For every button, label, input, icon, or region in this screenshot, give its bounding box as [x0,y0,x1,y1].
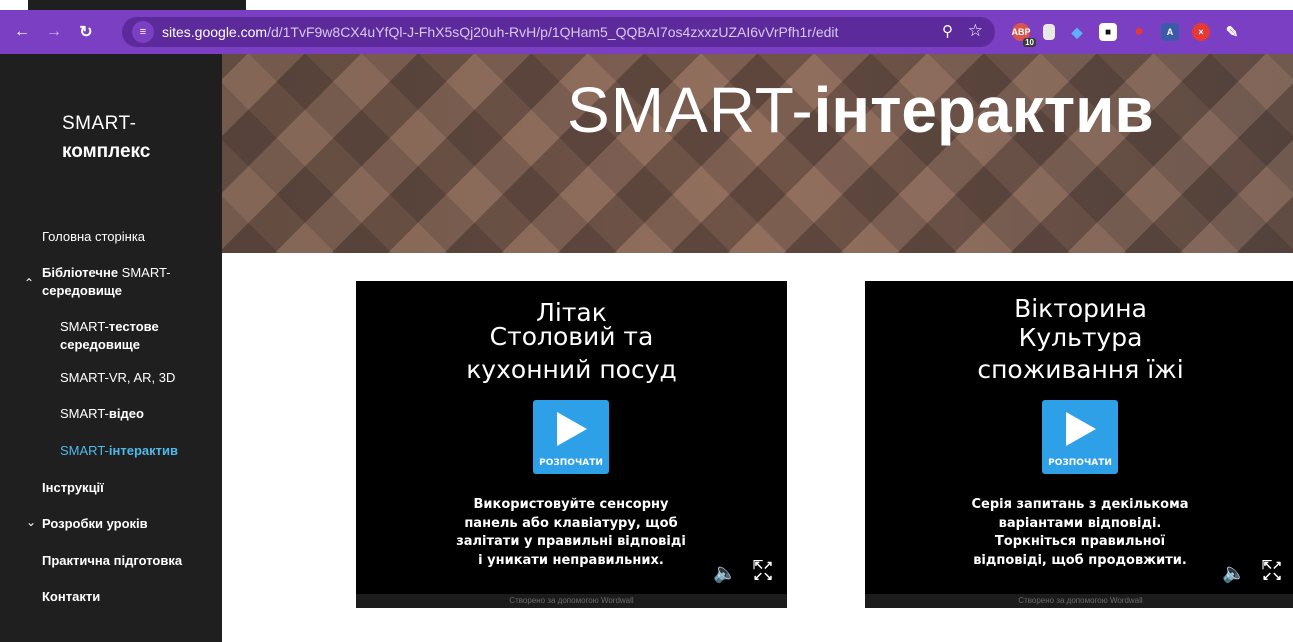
nav-item-smart-video[interactable]: SMART-відео [60,405,144,423]
start-button[interactable]: РОЗПОЧАТИ [1042,400,1118,474]
page-title-part: інтерактив [813,74,1154,146]
nav-item-label-part: SMART- [60,406,109,421]
browser-tab[interactable] [28,0,246,10]
play-icon [1066,412,1096,446]
arrow-right-icon: → [46,23,62,40]
activity-title-line: споживання їжі [977,355,1184,384]
reload-button[interactable]: ↻ [72,18,100,46]
nav-item-label-part: середовище [42,283,123,298]
reload-icon: ↻ [79,24,93,41]
site-title-line2: комплекс [62,141,151,162]
nav-item-label-part: SMART- [60,443,109,458]
description-line: панель або клавіатуру, щоб [464,515,678,531]
address-bar[interactable]: ≡ sites.google.com/d/1TvF9w8CX4uYfQl-J-F… [122,17,995,47]
nav-item-instructions[interactable]: Інструкції [42,479,104,497]
description-line: Торкніться правильної [994,534,1166,549]
extension-badge: 10 [1023,38,1036,47]
arrow-left-icon: ← [14,23,30,40]
url-text: sites.google.com/d/1TvF9w8CX4uYfQl-J-FhX… [162,24,838,40]
activity-title-line: кухонний посуд [466,355,677,384]
zoom-icon[interactable]: ⚲ [942,22,953,40]
site-title-line1: SMART- [62,113,137,134]
description-line: залітати у правильні відповіді [456,534,686,549]
page-header-banner: SMART-інтерактив [222,54,1293,253]
book-extension-icon[interactable] [1043,24,1055,40]
sound-icon[interactable]: 🔈 [1222,561,1246,585]
page-title: SMART-інтерактив [567,72,1154,148]
description-line: Використовуйте сенсорну [473,497,669,512]
nav-item-library[interactable]: Бібліотечне SMART- середовище [42,264,171,300]
url-host: sites.google.com [162,24,268,40]
description-line: Серія запитань з декількома [971,497,1189,512]
back-button[interactable]: ← [8,18,36,46]
play-icon [557,412,587,446]
nav-item-label-part: SMART- [60,319,109,334]
nav-item-label-part: Бібліотечне [42,265,122,280]
drop-extension-icon[interactable]: ◆ [1068,23,1086,41]
site-navigation-sidebar: SMART- комплекс Головна сторінка ⌃ Біблі… [0,54,222,642]
nav-item-label-part: відео [108,406,144,421]
wordwall-credit[interactable]: Створено за допомогою Wordwall [865,594,1293,608]
start-button-label: РОЗПОЧАТИ [1048,458,1112,468]
page-title-part: SMART- [567,74,814,146]
nav-item-label: Розробки уроків [42,516,148,531]
fullscreen-icon[interactable]: ⇱↗ ↙↘ [753,559,773,582]
wordwall-activity-embed[interactable]: Літак Столовий та кухонний посуд РОЗПОЧА… [356,281,787,608]
bookmark-star-icon[interactable]: ☆ [968,21,983,41]
description-line: відповіді, щоб продовжити. [973,552,1187,568]
nav-item-label: Практична підготовка [42,553,183,568]
browser-toolbar: ← → ↻ ≡ sites.google.com/d/1TvF9w8CX4uYf… [0,10,1293,54]
puzzle-extensions-icon[interactable]: ✎ [1223,23,1241,41]
nav-item-smart-vr[interactable]: SMART-VR, AR, 3D [60,369,175,387]
wordwall-activity-embed[interactable]: Вікторина Культура споживання їжі РОЗПОЧ… [865,281,1293,608]
wordwall-credit[interactable]: Створено за допомогою Wordwall [356,594,787,608]
chevron-down-icon[interactable]: ⌄ [26,515,36,529]
blocker-extension-icon[interactable]: × [1192,23,1210,41]
nav-item-label-part: інтерактив [108,443,178,458]
extensions-bar: ABP 10 ◆ ■ ● A × ✎ [1012,20,1241,47]
activity-title-line: Столовий та [489,322,654,351]
nav-item-label: Інструкції [42,480,104,495]
translate-extension-icon[interactable]: A [1161,23,1179,41]
description-line: і уникати неправильних. [478,552,664,568]
nav-item-home[interactable]: Головна сторінка [42,228,145,246]
nav-item-smart-interactive[interactable]: SMART-інтерактив [60,442,178,460]
site-title[interactable]: SMART- комплекс [62,110,150,166]
site-info-icon[interactable]: ≡ [132,21,154,43]
nav-item-smart-test[interactable]: SMART-тестове середовище [60,318,159,354]
activity-description: Серія запитань з декількома варіантами в… [945,496,1215,570]
nav-item-practice[interactable]: Практична підготовка [42,552,182,570]
description-line: варіантами відповіді. [998,515,1162,531]
nav-item-label: Головна сторінка [42,229,146,244]
forward-button[interactable]: → [40,18,68,46]
browser-tab-strip [0,0,1293,10]
sound-icon[interactable]: 🔈 [713,561,737,585]
fullscreen-icon[interactable]: ⇱↗ ↙↘ [1262,559,1282,582]
chevron-up-icon[interactable]: ⌃ [24,276,34,290]
activity-title-line: Вікторина [1014,294,1147,323]
nav-item-label-part: тестове [108,319,159,334]
nav-item-label: SMART-VR, AR, 3D [60,370,176,385]
nav-item-label: Контакти [42,589,101,604]
record-extension-icon[interactable]: ● [1130,23,1148,41]
url-path: /d/1TvF9w8CX4uYfQl-J-FhX5sQj20uh-RvH/p/1… [267,24,839,40]
activity-title-line: Культура [1018,323,1143,352]
start-button[interactable]: РОЗПОЧАТИ [533,400,609,474]
nav-item-lessons[interactable]: Розробки уроків [42,515,148,533]
adblock-extension-icon[interactable]: ABP 10 [1012,23,1036,47]
nav-item-contacts[interactable]: Контакти [42,588,100,606]
activity-description: Використовуйте сенсорну панель або клаві… [446,496,696,570]
nav-item-label-part: середовище [60,337,141,352]
start-button-label: РОЗПОЧАТИ [539,458,603,468]
lock-extension-icon[interactable]: ■ [1099,23,1117,41]
nav-item-label-part: SMART- [121,265,171,280]
